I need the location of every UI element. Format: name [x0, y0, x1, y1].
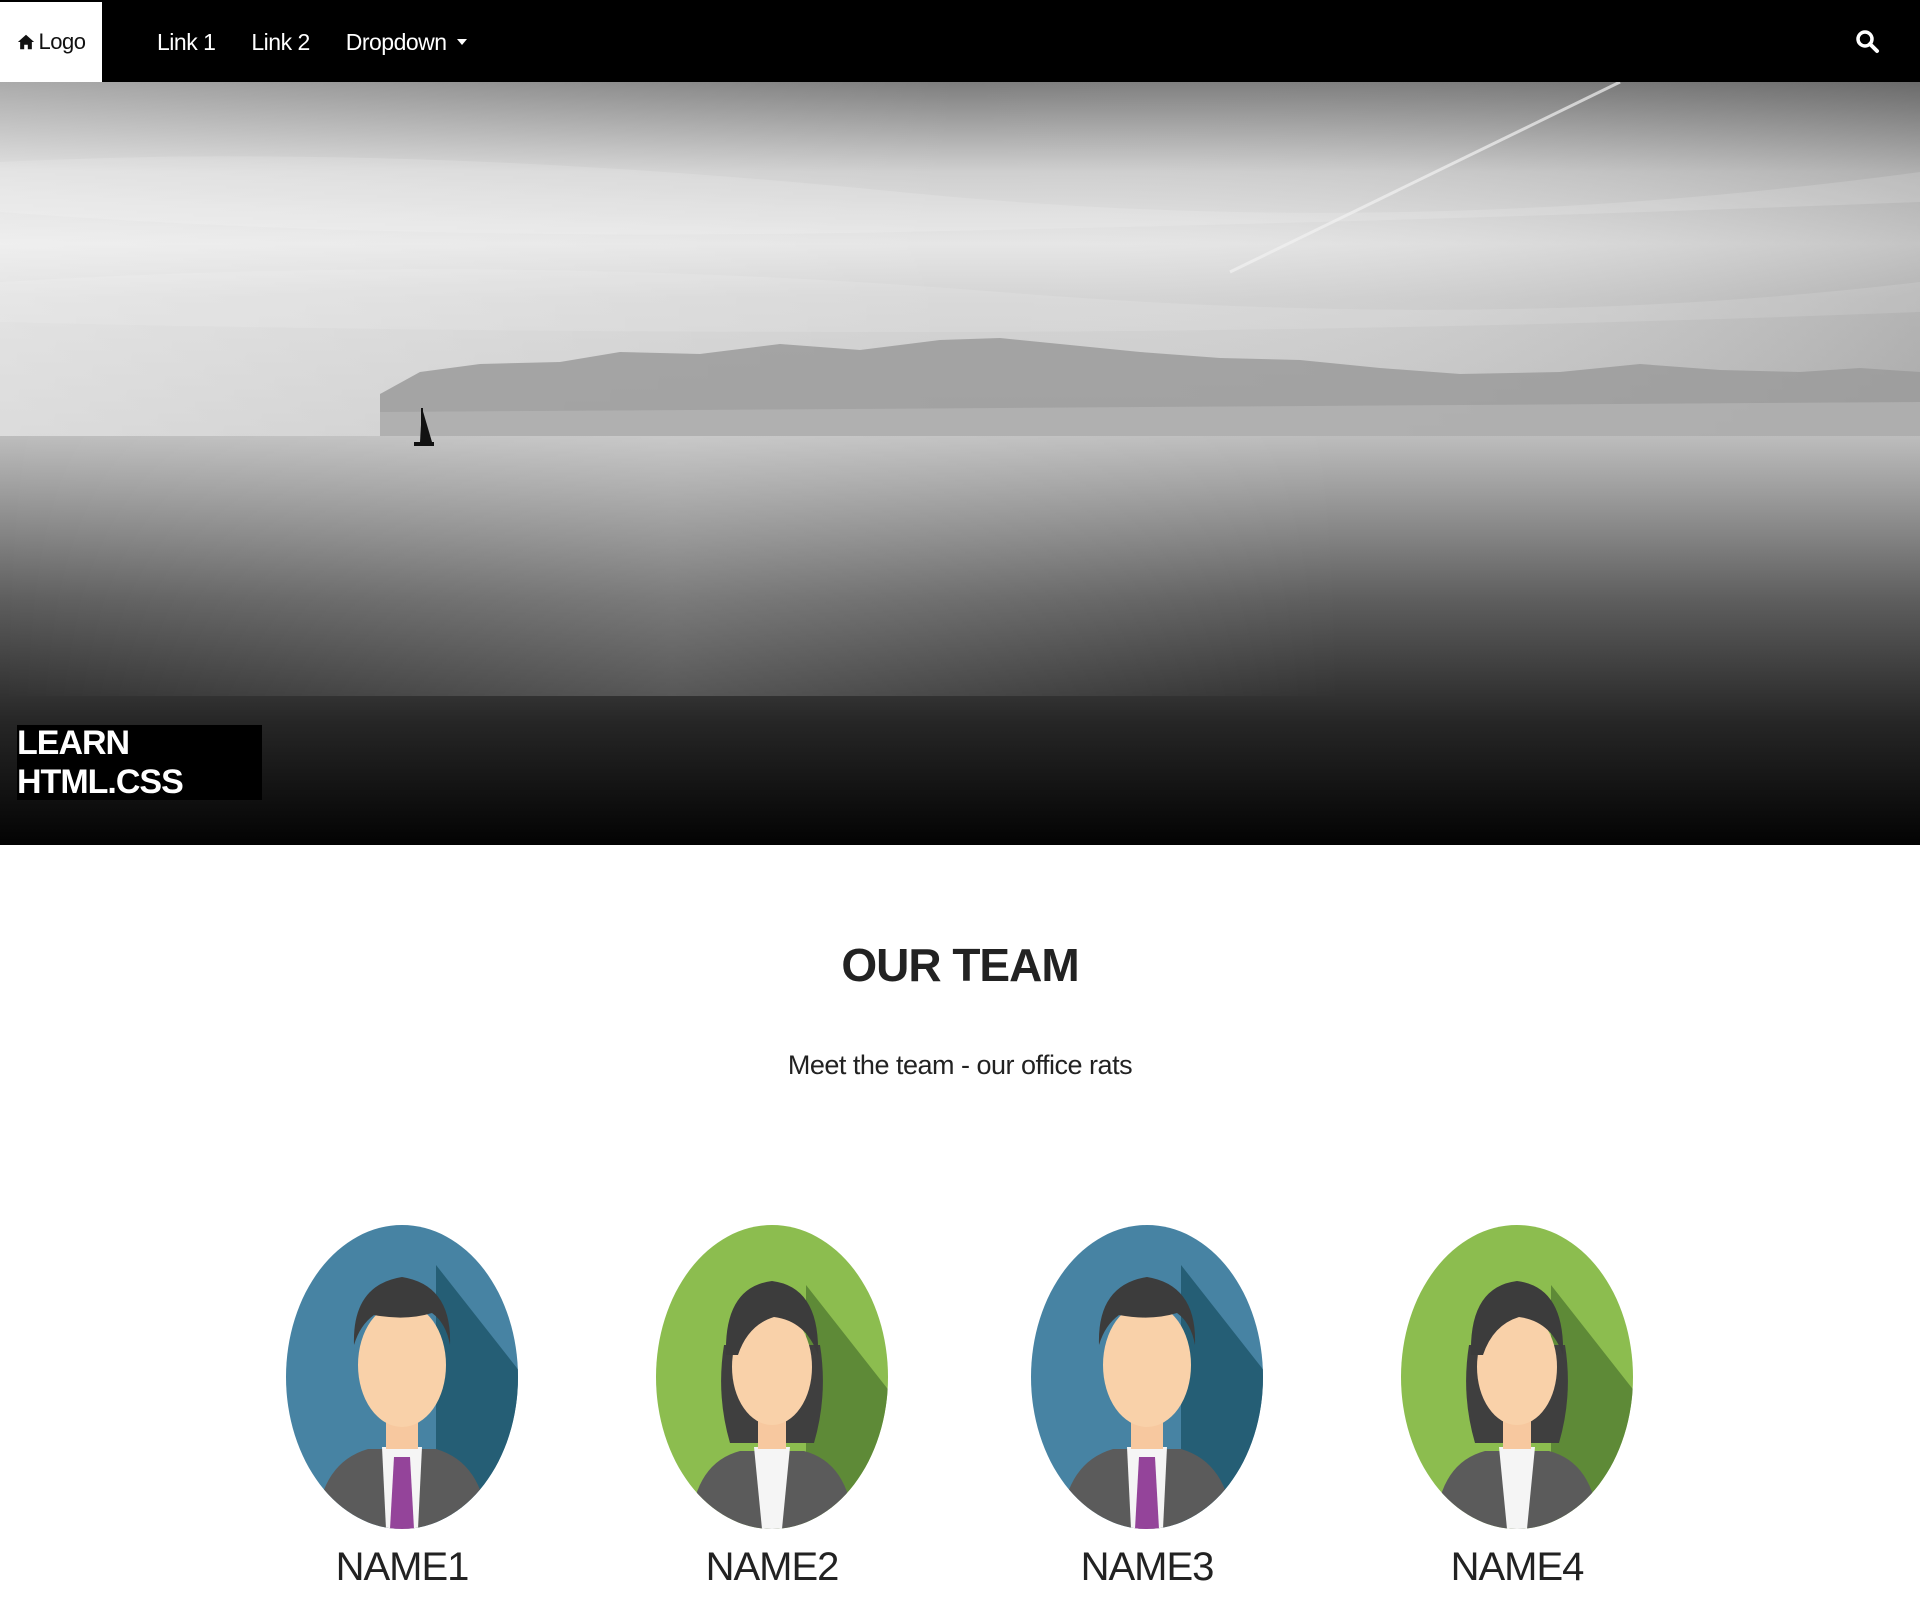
caret-down-icon [456, 39, 467, 45]
nav-links: Link 1 Link 2 Dropdown [157, 2, 503, 82]
dropdown-label: Dropdown [345, 28, 447, 55]
search-icon[interactable] [1854, 28, 1882, 56]
female-avatar-icon [1401, 1225, 1633, 1529]
team-member-card: NAME3 [1027, 1225, 1267, 1590]
nav-link-1[interactable]: Link 1 [157, 29, 216, 56]
male-avatar-icon [1031, 1225, 1263, 1529]
team-subtitle: Meet the team - our office rats [787, 1050, 1133, 1080]
member-name: NAME1 [335, 1545, 470, 1589]
member-name: NAME2 [705, 1545, 840, 1589]
member-name: NAME4 [1450, 1545, 1585, 1589]
top-navbar: Logo Link 1 Link 2 Dropdown [0, 0, 1920, 82]
team-members: NAME1 NAME2 NAME3 NAME4 [0, 1225, 1920, 1604]
female-avatar-icon [656, 1225, 888, 1529]
hero-caption: LEARN HTML.CSS [17, 724, 262, 801]
team-member-card: NAME1 [282, 1225, 522, 1590]
dropdown-toggle[interactable]: Dropdown [346, 29, 467, 56]
team-member-card: NAME2 [652, 1225, 892, 1590]
home-icon [17, 34, 34, 50]
logo-label: Logo [38, 29, 86, 54]
hero-banner: LEARN HTML.CSS [0, 82, 1920, 845]
team-member-card: NAME4 [1397, 1225, 1637, 1590]
male-avatar-icon [286, 1225, 518, 1529]
nav-link-2[interactable]: Link 2 [251, 29, 310, 56]
team-title: OUR TEAM [841, 939, 1079, 991]
sea-landscape-image [0, 82, 1920, 845]
logo-link[interactable]: Logo [0, 2, 102, 82]
member-name: NAME3 [1080, 1545, 1215, 1589]
